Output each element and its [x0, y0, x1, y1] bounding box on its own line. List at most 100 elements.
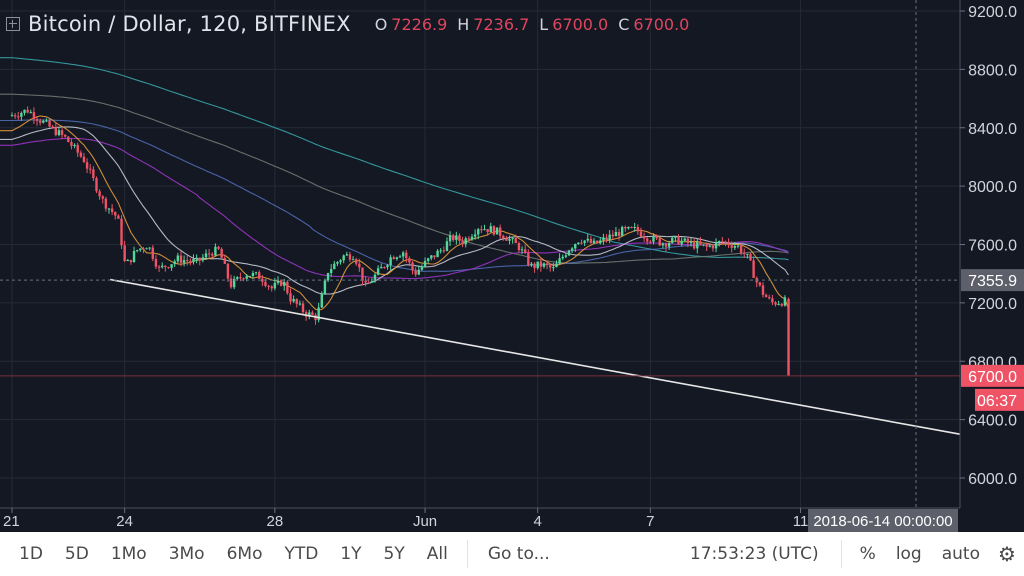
candle-up — [439, 250, 442, 252]
range-all-button[interactable]: All — [416, 544, 459, 564]
percent-scale-toggle[interactable]: % — [850, 544, 886, 564]
candle-down — [595, 240, 599, 244]
candle-up — [176, 255, 180, 262]
candle-up — [671, 237, 674, 243]
utc-clock[interactable]: 17:53:23 (UTC) — [690, 544, 833, 564]
candle-down — [120, 218, 123, 246]
candle-down — [405, 252, 408, 259]
symbol-title[interactable]: Bitcoin / Dollar, 120, BITFINEX — [28, 12, 351, 36]
log-scale-toggle[interactable]: log — [886, 544, 932, 564]
candle-down — [85, 162, 89, 169]
range-1y-button[interactable]: 1Y — [329, 544, 372, 564]
candle-up — [42, 120, 45, 123]
range-5y-button[interactable]: 5Y — [373, 544, 416, 564]
candle-down — [167, 267, 170, 269]
candle-down — [655, 236, 658, 239]
candle-down — [692, 241, 696, 249]
ohlc-high: H 7236.7 — [457, 14, 530, 34]
candle-down — [114, 212, 117, 216]
candle-down — [743, 253, 746, 255]
candle-down — [98, 191, 101, 197]
candle-down — [286, 281, 289, 294]
candle-down — [151, 247, 155, 259]
candle-down — [26, 109, 29, 113]
range-5d-button[interactable]: 5D — [54, 544, 100, 564]
candle-up — [608, 234, 611, 240]
candle-down — [117, 215, 120, 219]
candle-down — [764, 294, 768, 298]
candle-up — [204, 253, 208, 258]
candle-up — [57, 130, 61, 136]
candle-up — [370, 281, 374, 283]
candle-down — [48, 120, 51, 127]
candle-up — [680, 240, 683, 245]
candle-up — [329, 269, 333, 274]
candle-up — [10, 115, 14, 117]
candle-up — [376, 268, 380, 275]
candle-down — [739, 245, 743, 254]
candle-up — [236, 277, 239, 279]
candle-up — [342, 255, 345, 261]
candle-up — [455, 235, 458, 241]
candle-down — [383, 266, 386, 268]
candle-down — [580, 242, 583, 244]
candle-up — [542, 263, 546, 267]
candle-down — [164, 265, 167, 268]
last-price-label: 6700.0 — [968, 369, 1017, 386]
range-1mo-button[interactable]: 1Mo — [100, 544, 158, 564]
candle-up — [326, 273, 330, 281]
candle-up — [417, 269, 420, 275]
candle-up — [276, 280, 280, 283]
candle-up — [126, 259, 129, 261]
candle-up — [23, 109, 26, 113]
goto-date-button[interactable]: Go to... — [476, 544, 562, 564]
candle-up — [652, 236, 655, 242]
candle-down — [617, 231, 621, 236]
range-3mo-button[interactable]: 3Mo — [158, 544, 216, 564]
price-chart[interactable]: 9200.08800.08400.08000.07600.07200.06800… — [0, 0, 1024, 532]
candle-up — [520, 249, 524, 251]
candle-up — [107, 208, 111, 210]
range-1d-button[interactable]: 1D — [8, 544, 54, 564]
candle-down — [517, 243, 521, 251]
candle-down — [267, 285, 270, 287]
candle-up — [614, 231, 618, 237]
candle-down — [261, 278, 264, 282]
price-tick-label: 7200.0 — [968, 296, 1017, 313]
candle-up — [423, 260, 427, 267]
candle-down — [82, 156, 86, 163]
candle-up — [398, 256, 402, 258]
time-tick-label: 11 — [793, 513, 809, 530]
range-ytd-button[interactable]: YTD — [273, 544, 329, 564]
candle-down — [787, 298, 790, 376]
plus-square-icon[interactable] — [6, 17, 20, 31]
candle-down — [498, 227, 502, 236]
candle-up — [495, 227, 499, 235]
chart-legend: Bitcoin / Dollar, 120, BITFINEX O 7226.9 … — [6, 12, 689, 36]
candle-up — [182, 260, 186, 263]
candle-down — [664, 243, 668, 247]
candle-up — [20, 112, 23, 117]
candle-down — [771, 298, 774, 303]
range-6mo-button[interactable]: 6Mo — [216, 544, 274, 564]
auto-scale-toggle[interactable]: auto — [932, 544, 990, 564]
candle-down — [589, 238, 593, 244]
candle-down — [295, 298, 298, 304]
candle-down — [186, 260, 189, 262]
gear-icon[interactable]: ⚙ — [990, 542, 1024, 566]
chart-area[interactable]: 9200.0 8800.0 8400.0 8000.0 7600.0 7200.0 6800… — [0, 0, 1024, 532]
candle-down — [79, 152, 83, 157]
price-tick-label: 8800.0 — [968, 62, 1017, 79]
candle-down — [480, 229, 483, 231]
candle-down — [452, 235, 455, 241]
candle-up — [436, 250, 439, 258]
candle-up — [132, 251, 136, 263]
candle-down — [705, 244, 708, 247]
candle-down — [711, 245, 715, 249]
candle-up — [448, 235, 452, 242]
candle-up — [333, 263, 336, 270]
candle-down — [258, 272, 261, 279]
candle-down — [458, 235, 461, 241]
price-tick-label: 6400.0 — [968, 413, 1017, 430]
candle-up — [567, 250, 571, 256]
